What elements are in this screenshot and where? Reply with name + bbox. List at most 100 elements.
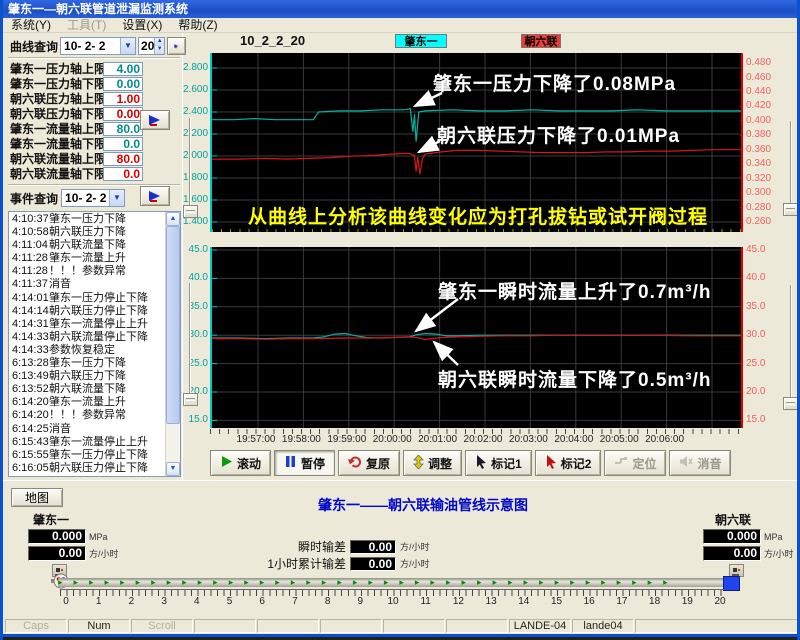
axis-tick-label: 45.0 [183,244,208,255]
scroll-down-icon[interactable]: ▼ [166,462,180,476]
list-item[interactable]: 4:14:33参数恢复稳定 [9,344,180,357]
diff-label: 1小时累计输差 [216,555,346,572]
list-item[interactable]: 4:10:58朝六联压力下降 [9,226,180,239]
list-item[interactable]: 4:11:04朝六联流量下降 [9,239,180,252]
toolbar-button-play[interactable]: 滚动 [210,450,271,476]
spinner-down-icon[interactable]: ▼ [154,46,164,54]
ruler-number: 20 [710,596,730,607]
toolbar-button-cursor-red[interactable]: 标记2 [535,450,602,476]
legend-chaoliulian: 朝六联 [521,34,561,48]
pressure-chart-plot[interactable]: 肇东一压力下降了0.08MPa朝六联压力下降了0.01MPa从曲线上分析该曲线变… [210,53,743,232]
axis-limit-field[interactable]: 0.0 [103,137,143,151]
axis-tick-label: 0.400 [746,115,782,126]
menu-bar: 系统(Y)工具(T)设置(X)帮助(Z) [3,18,800,33]
list-item[interactable]: 6:14:20肇东一流量上升 [9,396,180,409]
axis-limit-field[interactable]: 80.0 [103,152,143,166]
list-item[interactable]: 6:14:20！！！参数异常 [9,409,180,422]
event-date-combo[interactable]: 10- 2- 2 ▼ [61,189,125,207]
event-time: 6:15:43 [9,436,49,449]
list-item[interactable]: 4:14:01肇东一压力停止下降 [9,292,180,305]
menu-item-系统[interactable]: 系统(Y) [3,18,59,33]
event-annotation: 朝六联瞬时流量下降了0.5m³/h [438,365,712,392]
distance-ruler[interactable] [60,589,724,596]
list-item[interactable]: 6:13:52朝六联流量下降 [9,383,180,396]
list-item[interactable]: 6:15:43肇东一流量停止上升 [9,436,180,449]
right-axis-slider-track-top[interactable] [790,121,792,215]
go-arrow-icon [148,113,162,127]
right-axis-slider-handle-bottom[interactable] [783,397,798,410]
left-axis-slider-handle-bottom[interactable] [183,393,198,406]
left-axis-slider-track-bottom[interactable] [189,283,191,395]
flow-chart-canvas [212,247,743,428]
event-list-scrollbar[interactable]: ▲ ▼ [165,212,180,476]
event-time: 4:11:04 [9,239,49,252]
axis-limit-row: 肇东一流量轴下限0.0 [6,136,183,151]
spinner-arrows[interactable]: ▲▼ [154,38,164,54]
event-text: 朝六联流量下降 [49,239,126,252]
curve-hour-spinner[interactable]: 20 ▲▼ [138,37,165,55]
chevron-down-icon[interactable]: ▼ [109,190,124,206]
axis-limit-field[interactable]: 0.0 [103,167,143,181]
list-item[interactable]: 6:13:49朝六联压力下降 [9,370,180,383]
toolbar-button-adjust[interactable]: 调整 [403,450,462,476]
menu-item-设置[interactable]: 设置(X) [114,18,170,33]
list-item[interactable]: 4:11:28肇东一流量上升 [9,252,180,265]
terminal-station-marker[interactable] [723,576,740,591]
list-item[interactable]: 4:14:33朝六联流量停止下降 [9,331,180,344]
curve-date-combo[interactable]: 10- 2- 2 ▼ [60,37,136,55]
spinner-up-icon[interactable]: ▲ [154,38,164,46]
event-list[interactable]: 4:10:37肇东一压力下降4:10:58朝六联压力下降4:11:04朝六联流量… [8,211,181,477]
axis-tick-label: 30.0 [183,329,208,340]
pressure-unit: MPa [89,532,108,542]
right-axis-slider-handle-top[interactable] [783,203,798,216]
chevron-down-icon[interactable]: ▼ [120,38,135,54]
axis-limit-field[interactable]: 80.0 [103,122,143,136]
list-item[interactable]: 4:14:14朝六联压力停止下降 [9,305,180,318]
axis-tick-label: 15.0 [746,414,782,425]
toolbar-button-undo[interactable]: 复原 [338,450,400,476]
event-time: 4:11:28 [9,265,49,278]
list-item[interactable]: 4:14:31肇东一流量停止上升 [9,318,180,331]
list-item[interactable]: 4:11:28！！！参数异常 [9,265,180,278]
axis-tick-label: 0.440 [746,86,782,97]
event-annotation: 肇东一瞬时流量上升了0.7m³/h [438,277,712,304]
status-cell-num: Num [68,619,130,633]
toolbar-button-label: 暂停 [301,455,325,472]
go-arrow-icon [174,40,179,52]
menu-item-工具: 工具(T) [59,18,114,33]
list-item[interactable]: 4:10:37肇东一压力下降 [9,213,180,226]
right-axis-slider-track-bottom[interactable] [790,285,792,397]
ruler-number: 5 [220,596,240,607]
menu-item-帮助[interactable]: 帮助(Z) [170,18,225,33]
list-item[interactable]: 6:16:05朝六联压力停止下降 [9,462,180,475]
left-axis-slider-handle-top[interactable] [183,205,198,218]
axis-limit-row: 朝六联压力轴上限1.00 [6,91,183,106]
axis-limit-field[interactable]: 4.00 [103,62,143,76]
axis-tick-label: 25.0 [746,358,782,369]
flow-chart-plot[interactable]: 肇东一瞬时流量上升了0.7m³/h 朝六联瞬时流量下降了0.5m³/h [210,247,743,428]
toolbar-button-pause[interactable]: 暂停 [274,450,335,476]
axis-limit-field[interactable]: 0.00 [103,107,143,121]
pipeline-schematic: 地图 肇东一——朝六联输油管线示意图 肇东一 0.000 MPa 0.00 方/… [3,480,800,618]
event-text: 肇东一流量停止上升 [49,318,148,331]
axis-apply-button[interactable] [140,110,170,130]
axis-limit-field[interactable]: 0.00 [103,77,143,91]
left-axis-slider-track-top[interactable] [189,118,191,216]
list-item[interactable]: 4:11:37消音 [9,278,180,291]
list-item[interactable]: 6:13:28肇东一压力下降 [9,357,180,370]
locate-icon [614,455,628,471]
title-bar[interactable]: 肇东一—朝六联管道泄漏监测系统 [3,0,800,18]
pressure-unit: MPa [764,532,783,542]
scroll-up-icon[interactable]: ▲ [166,212,180,226]
scrollbar-thumb[interactable] [166,226,180,424]
axis-limit-field[interactable]: 1.00 [103,92,143,106]
axis-tick-label: 2.800 [183,62,208,73]
axis-tick-label: 0.280 [746,202,782,213]
station-name: 肇东一 [28,511,138,528]
toolbar-button-cursor-black[interactable]: 标记1 [465,450,532,476]
axis-tick-label: 2.200 [183,128,208,139]
curve-query-label: 曲线查询 [10,38,58,55]
event-query-go-button[interactable] [140,186,170,206]
list-item[interactable]: 6:15:55肇东一压力停止下降 [9,449,180,462]
list-item[interactable]: 6:14:25消音 [9,423,180,436]
